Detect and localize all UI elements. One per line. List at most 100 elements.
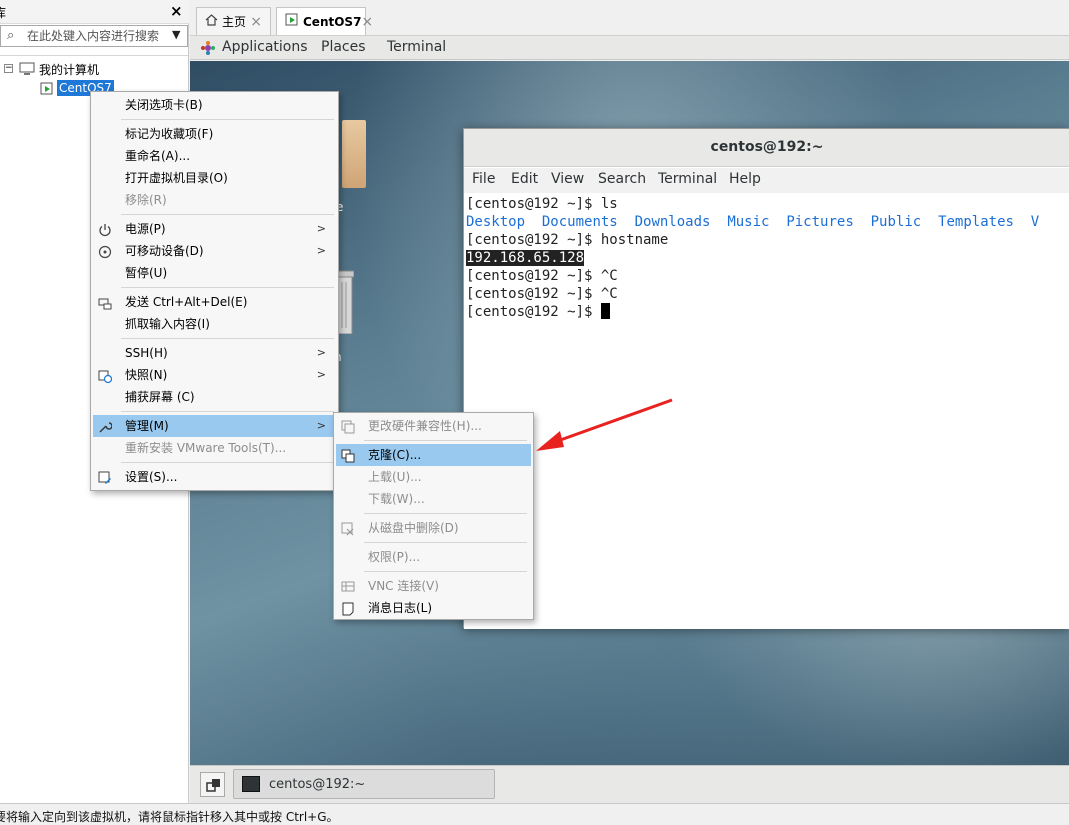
close-icon[interactable]: × — [250, 14, 262, 30]
menu-item-snapshot[interactable]: 快照(N) > — [93, 364, 336, 386]
library-header: 库 × — [0, 0, 189, 24]
menu-item-open-vm-dir[interactable]: 打开虚拟机目录(O) — [93, 167, 336, 189]
menu-item-change-hw-compat: 更改硬件兼容性(H)... — [336, 415, 531, 437]
chevron-right-icon: > — [316, 368, 326, 381]
settings-icon — [98, 470, 112, 484]
gnome-menu-places[interactable]: Places — [321, 39, 366, 55]
terminal-menu-terminal[interactable]: Terminal — [658, 171, 717, 187]
terminal-window[interactable]: centos@192:~ File Edit View Search Termi… — [463, 128, 1069, 629]
show-desktop-button[interactable] — [200, 772, 225, 797]
chevron-right-icon: > — [316, 244, 326, 257]
library-title: 库 — [0, 6, 7, 20]
taskbar-terminal-item[interactable]: centos@192:~ — [233, 769, 495, 799]
menu-item-clone[interactable]: 克隆(C)... — [336, 444, 531, 466]
menu-item-removable-devices[interactable]: 可移动设备(D) > — [93, 240, 336, 262]
tab-strip: 主页 × CentOS7 × — [190, 0, 1069, 36]
terminal-line: [centos@192 ~]$ — [466, 303, 610, 321]
terminal-line: [centos@192 ~]$ hostname — [466, 232, 669, 248]
terminal-title: centos@192:~ — [710, 139, 824, 155]
terminal-icon — [242, 776, 260, 792]
vm-running-icon — [40, 82, 54, 99]
tab-centos7-label: CentOS7 — [303, 14, 362, 29]
menu-separator — [121, 462, 334, 463]
tree-item-my-computer[interactable]: 我的计算机 — [39, 61, 99, 78]
menu-item-power[interactable]: 电源(P) > — [93, 218, 336, 240]
disc-icon — [98, 244, 112, 259]
tab-home-label: 主页 — [222, 15, 247, 29]
menu-separator — [364, 440, 527, 441]
folder-icon[interactable] — [342, 120, 366, 188]
menu-item-favorite[interactable]: 标记为收藏项(F) — [93, 123, 336, 145]
menu-item-permissions: 权限(P)... — [368, 550, 421, 564]
menu-item-delete-from-disk: 从磁盘中删除(D) — [336, 517, 531, 539]
tab-centos7[interactable]: CentOS7 × — [276, 7, 373, 35]
tab-home[interactable]: 主页 × — [196, 7, 271, 35]
menu-item-send-ctrl-alt-del[interactable]: 发送 Ctrl+Alt+Del(E) — [93, 291, 336, 313]
delete-icon — [341, 521, 355, 536]
hardware-icon — [341, 419, 355, 434]
menu-separator — [364, 571, 527, 572]
menu-separator — [364, 542, 527, 543]
menu-item-remove: 移除(R) — [125, 193, 167, 207]
menu-item-rename[interactable]: 重命名(A)... — [93, 145, 336, 167]
menu-item-reinstall-vmware-tools: 重新安装 VMware Tools(T)... — [125, 441, 287, 455]
snapshot-icon — [98, 368, 113, 384]
manage-submenu: 更改硬件兼容性(H)... 克隆(C)... 上载(U)... 下载(W)...… — [333, 412, 534, 620]
chevron-right-icon: > — [316, 419, 326, 432]
menu-item-pause[interactable]: 暂停(U) — [93, 262, 336, 284]
terminal-line: [centos@192 ~]$ ^C — [466, 286, 618, 302]
terminal-output[interactable]: [centos@192 ~]$ ls Desktop Documents Dow… — [464, 193, 1069, 629]
gnome-menu-applications[interactable]: Applications — [222, 39, 308, 55]
menu-item-capture-screen[interactable]: 捕获屏幕 (C) — [93, 386, 336, 408]
terminal-line: 192.168.65.128 — [466, 249, 585, 267]
terminal-titlebar[interactable]: centos@192:~ — [464, 129, 1069, 167]
computer-icon — [19, 62, 35, 79]
menu-item-ssh[interactable]: SSH(H) > — [93, 342, 336, 364]
terminal-menu-edit[interactable]: Edit — [511, 171, 538, 187]
menu-separator — [121, 214, 334, 215]
tree-collapse-icon[interactable]: − — [4, 64, 13, 73]
library-search-input[interactable] — [27, 28, 167, 44]
gnome-taskbar: centos@192:~ — [190, 765, 1069, 803]
status-text: 要将输入定向到该虚拟机，请将鼠标指针移入其中或按 Ctrl+G。 — [0, 810, 339, 824]
power-icon — [98, 222, 112, 237]
menu-item-vnc-connection: VNC 连接(V) — [336, 575, 531, 597]
gnome-top-bar: Applications Places Terminal — [190, 36, 1069, 60]
clone-icon — [341, 448, 355, 463]
hostname-output: 192.168.65.128 — [466, 250, 585, 266]
menu-item-upload: 上载(U)... — [368, 470, 422, 484]
menu-separator — [121, 119, 334, 120]
terminal-menu-search[interactable]: Search — [598, 171, 646, 187]
taskbar-terminal-label: centos@192:~ — [269, 777, 366, 792]
status-bar: 要将输入定向到该虚拟机，请将鼠标指针移入其中或按 Ctrl+G。 — [0, 803, 1069, 825]
library-search-box[interactable]: ⌕ ▼ — [0, 25, 188, 47]
menu-item-message-log[interactable]: 消息日志(L) — [336, 597, 531, 619]
chevron-down-icon[interactable]: ▼ — [172, 28, 180, 41]
vm-running-icon — [285, 13, 299, 30]
wrench-icon — [98, 419, 113, 433]
menu-separator — [121, 411, 334, 412]
menu-item-settings[interactable]: 设置(S)... — [93, 466, 336, 488]
terminal-line: [centos@192 ~]$ ls — [466, 196, 618, 212]
close-icon[interactable]: × — [361, 14, 373, 30]
menu-separator — [121, 338, 334, 339]
library-close-icon[interactable]: × — [170, 2, 183, 20]
terminal-menu-help[interactable]: Help — [729, 171, 761, 187]
terminal-line: Desktop Documents Downloads Music Pictur… — [466, 214, 1040, 230]
gnome-menu-terminal[interactable]: Terminal — [387, 39, 446, 55]
log-icon — [341, 601, 355, 616]
terminal-menubar: File Edit View Search Terminal Help — [464, 168, 1069, 193]
home-icon — [205, 14, 218, 29]
terminal-cursor — [600, 303, 610, 319]
menu-item-grab-input[interactable]: 抓取输入内容(I) — [93, 313, 336, 335]
menu-item-download: 下载(W)... — [368, 492, 425, 506]
menu-item-manage[interactable]: 管理(M) > — [93, 415, 336, 437]
terminal-menu-file[interactable]: File — [472, 171, 495, 187]
keyboard-icon — [98, 295, 112, 310]
search-icon: ⌕ — [7, 28, 15, 43]
menu-item-close-tab[interactable]: 关闭选项卡(B) — [93, 94, 336, 116]
vnc-icon — [341, 579, 355, 593]
applications-icon — [200, 40, 216, 60]
terminal-line: [centos@192 ~]$ ^C — [466, 268, 618, 284]
terminal-menu-view[interactable]: View — [551, 171, 584, 187]
